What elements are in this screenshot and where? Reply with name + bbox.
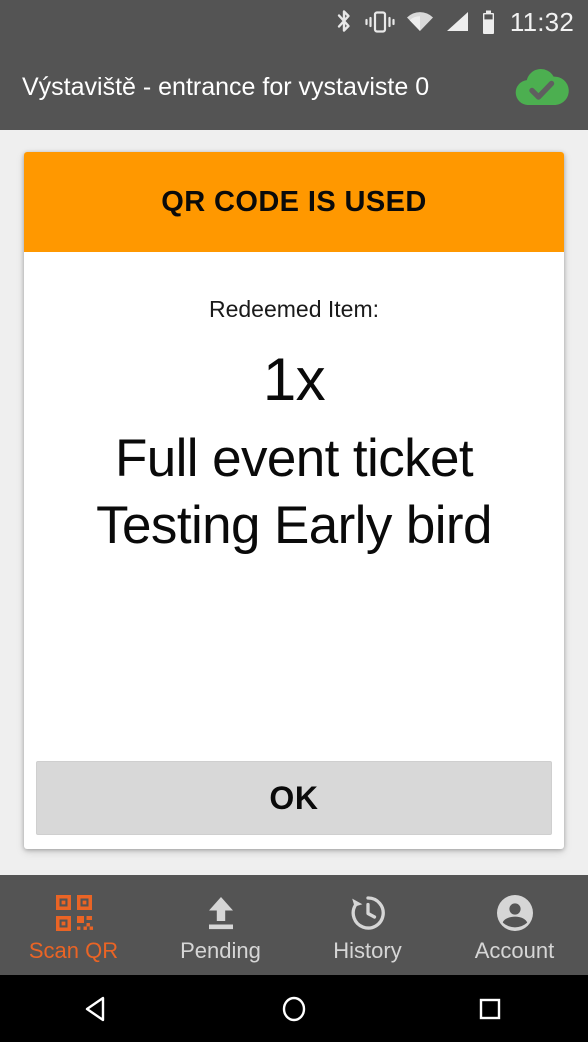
card-body: Redeemed Item: 1x Full event ticket Test… [24,252,564,761]
tab-pending[interactable]: Pending [147,875,294,975]
card-footer: OK [24,761,564,849]
wifi-icon [406,11,434,33]
back-icon[interactable] [0,994,196,1024]
content-area: QR CODE IS USED Redeemed Item: 1x Full e… [0,130,588,875]
redeemed-item-name: Full event ticket Testing Early bird [96,428,492,556]
page-title: Výstaviště - entrance for vystaviste 0 [22,73,430,101]
vibrate-icon [365,10,395,34]
redeemed-quantity: 1x [262,345,326,413]
qr-code-icon [54,893,94,933]
result-card: QR CODE IS USED Redeemed Item: 1x Full e… [24,152,564,849]
status-bar: 11:32 [0,0,588,44]
tab-label-pending: Pending [180,937,261,963]
status-banner-label: QR CODE IS USED [161,185,427,218]
tab-account[interactable]: Account [441,875,588,975]
home-icon[interactable] [196,994,392,1024]
cloud-check-icon [510,62,572,112]
account-person-icon [496,893,534,933]
battery-icon [481,10,496,35]
bluetooth-icon [334,9,354,35]
ok-button[interactable]: OK [36,761,552,835]
tab-label-scan-qr: Scan QR [28,937,119,963]
android-nav-bar [0,975,588,1042]
tab-label-account: Account [474,937,555,963]
status-clock: 11:32 [509,7,574,37]
recents-icon[interactable] [392,995,588,1023]
app-header: Výstaviště - entrance for vystaviste 0 [0,44,588,130]
tab-label-history: History [333,937,402,963]
tab-scan-qr[interactable]: Scan QR [0,875,147,975]
status-banner: QR CODE IS USED [24,152,564,252]
upload-icon [202,893,240,933]
signal-icon [445,11,470,33]
bottom-tab-bar: Scan QR Pending History Account [0,875,588,975]
redeemed-item-label: Redeemed Item: [208,296,380,322]
history-clock-icon [349,893,387,933]
tab-history[interactable]: History [294,875,441,975]
